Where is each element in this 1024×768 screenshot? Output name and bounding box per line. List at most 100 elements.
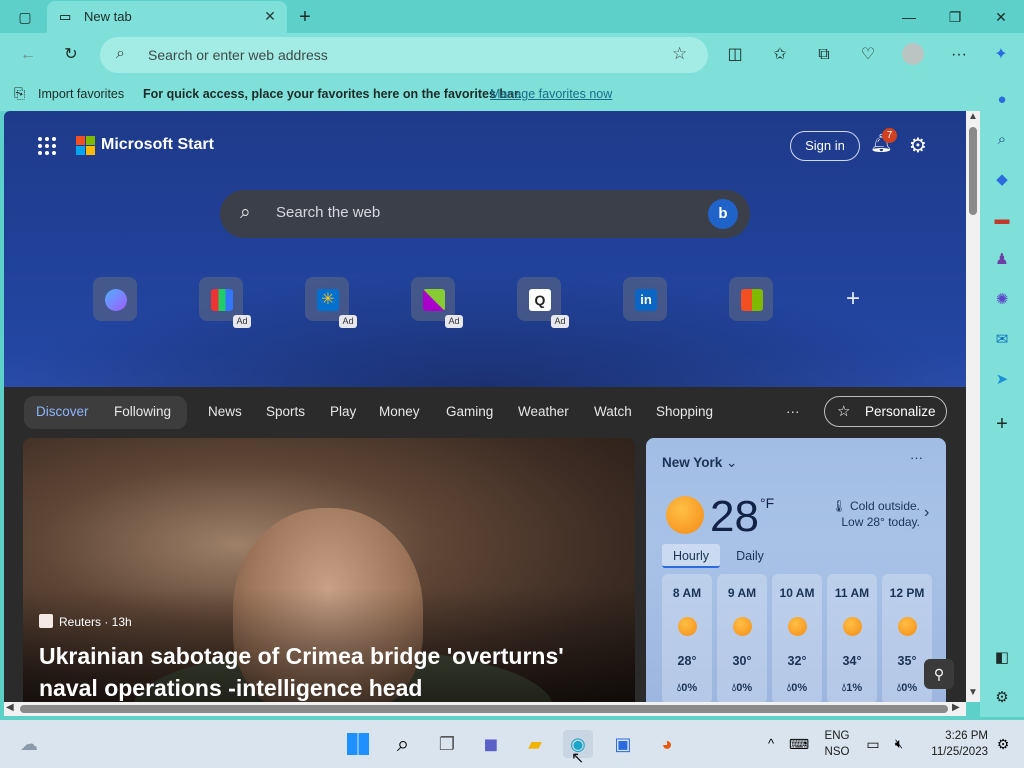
scroll-up-icon[interactable]: ▲ bbox=[968, 111, 978, 122]
hour-precip-value: 0% bbox=[681, 682, 698, 694]
tab-gaming[interactable]: Gaming bbox=[446, 404, 493, 419]
hour-temp: 32° bbox=[787, 654, 807, 668]
web-search-box[interactable]: ⌕ Search the web b bbox=[220, 190, 750, 238]
copilot-sidebar-icon[interactable]: ✺ bbox=[990, 288, 1014, 312]
start-button[interactable] bbox=[343, 730, 373, 758]
brand-title[interactable]: Microsoft Start bbox=[101, 136, 214, 154]
tab-new-tab[interactable]: ▭ New tab ✕ bbox=[47, 1, 287, 33]
volume-muted-icon[interactable]: 🔇︎ bbox=[884, 730, 914, 758]
scroll-right-icon[interactable]: ▶ bbox=[952, 702, 960, 713]
tab-following[interactable]: Following bbox=[114, 404, 171, 419]
tab-discover[interactable]: Discover bbox=[36, 404, 89, 419]
tab-money[interactable]: Money bbox=[379, 404, 420, 419]
copilot-icon[interactable]: ✦ bbox=[988, 43, 1014, 67]
copilot-icon bbox=[105, 289, 127, 311]
tab-actions-icon[interactable]: ▢ bbox=[12, 6, 38, 28]
restore-button[interactable]: ❐ bbox=[942, 6, 968, 28]
tab-sports[interactable]: Sports bbox=[266, 404, 305, 419]
weather-city-dropdown[interactable]: New York ⌄ bbox=[662, 455, 737, 471]
article-headline[interactable]: Ukrainian sabotage of Crimea bridge 'ove… bbox=[39, 640, 599, 702]
quick-link-copilot[interactable] bbox=[93, 277, 137, 321]
tab-play[interactable]: Play bbox=[330, 404, 356, 419]
weather-description[interactable]: 🌡︎ Cold outside. Low 28° today. bbox=[808, 498, 920, 530]
settings-more-icon[interactable]: ··· bbox=[946, 43, 972, 67]
split-screen-icon[interactable]: ◫ bbox=[722, 43, 748, 67]
task-view-icon[interactable]: ❐ bbox=[432, 730, 462, 758]
weather-widget-icon[interactable]: ☁ bbox=[14, 730, 44, 758]
favorites-icon[interactable]: ✩ bbox=[767, 43, 793, 67]
close-window-button[interactable]: ✕ bbox=[988, 6, 1014, 28]
weather-card[interactable]: New York ⌄ ··· 28 °F 🌡︎ Cold outside. Lo… bbox=[646, 438, 946, 702]
refresh-button[interactable]: ↻ bbox=[58, 43, 84, 67]
web-search-input[interactable]: Search the web bbox=[276, 204, 380, 221]
sunny-icon bbox=[678, 617, 697, 636]
send-icon[interactable]: ➤ bbox=[990, 368, 1014, 392]
tab-daily[interactable]: Daily bbox=[726, 544, 774, 568]
add-sidebar-app-icon[interactable]: + bbox=[990, 412, 1014, 436]
tab-shopping[interactable]: Shopping bbox=[656, 404, 713, 419]
tab-watch[interactable]: Watch bbox=[594, 404, 632, 419]
search-icon[interactable]: ⌕ bbox=[990, 128, 1014, 152]
import-favorites-button[interactable]: Import favorites bbox=[38, 87, 124, 101]
app-launcher-icon[interactable] bbox=[38, 137, 58, 157]
scroll-down-icon[interactable]: ▼ bbox=[968, 687, 978, 698]
vertical-scrollbar[interactable]: ▲ ▼ bbox=[966, 111, 980, 702]
feedback-icon[interactable]: ⚲ bbox=[924, 659, 954, 689]
tools-icon[interactable]: ▬ bbox=[990, 208, 1014, 232]
tab-hourly[interactable]: Hourly bbox=[662, 544, 720, 568]
tab-news[interactable]: News bbox=[208, 404, 242, 419]
weather-city-label: New York bbox=[662, 455, 723, 470]
manage-favorites-link[interactable]: Manage favorites now bbox=[490, 87, 612, 101]
bell-icon[interactable]: ● bbox=[990, 88, 1014, 112]
tab-weather[interactable]: Weather bbox=[518, 404, 569, 419]
sign-in-button[interactable]: Sign in bbox=[790, 131, 860, 161]
personalize-button[interactable]: ☆ Personalize bbox=[824, 396, 947, 427]
profile-avatar[interactable] bbox=[900, 43, 926, 67]
chevron-right-icon[interactable]: › bbox=[924, 504, 929, 522]
firefox-icon[interactable]: ◕ bbox=[652, 730, 682, 758]
hide-sidebar-icon[interactable]: ◧ bbox=[990, 646, 1014, 670]
shopping-tag-icon[interactable]: ◆ bbox=[990, 168, 1014, 192]
horizontal-scroll-thumb[interactable] bbox=[20, 705, 948, 713]
teams-icon[interactable]: ◼ bbox=[476, 730, 506, 758]
favorite-star-icon[interactable]: ☆ bbox=[672, 44, 687, 64]
more-nav-icon[interactable]: ··· bbox=[786, 404, 800, 419]
scroll-left-icon[interactable]: ◀ bbox=[6, 702, 14, 713]
clock-time[interactable]: 3:26 PM bbox=[914, 730, 988, 742]
store-taskbar-icon[interactable]: ▣ bbox=[608, 730, 638, 758]
language-bottom[interactable]: NSO bbox=[820, 746, 854, 758]
bing-chat-icon[interactable]: b bbox=[708, 199, 738, 229]
file-explorer-icon[interactable]: ▰ bbox=[520, 730, 550, 758]
search-app-icon: Q bbox=[529, 289, 551, 311]
new-tab-page: Microsoft Start Sign in 🔔︎ 7 ⚙ ⌕ Search … bbox=[4, 111, 966, 702]
add-quick-link-icon[interactable]: + bbox=[846, 285, 860, 313]
notification-center-icon[interactable]: ⚙ bbox=[988, 730, 1018, 758]
page-settings-icon[interactable]: ⚙ bbox=[909, 133, 927, 158]
quick-link-linkedin[interactable]: in bbox=[623, 277, 667, 321]
hour-temp: 34° bbox=[842, 654, 862, 668]
outlook-icon[interactable]: ✉ bbox=[990, 328, 1014, 352]
background-image bbox=[4, 271, 966, 391]
browser-essentials-icon[interactable]: ♡ bbox=[855, 43, 881, 67]
horizontal-scrollbar[interactable]: ◀ ▶ bbox=[4, 702, 966, 716]
games-icon[interactable]: ♟ bbox=[990, 248, 1014, 272]
show-hidden-icons-icon[interactable]: ^ bbox=[756, 730, 786, 758]
hero-article-card[interactable]: Reuters · 13h Ukrainian sabotage of Crim… bbox=[23, 438, 635, 702]
new-tab-button[interactable]: + bbox=[292, 6, 318, 28]
keyboard-icon[interactable]: ⌨ bbox=[784, 730, 814, 758]
weather-more-icon[interactable]: ··· bbox=[910, 450, 923, 465]
search-taskbar-icon[interactable]: ⌕ bbox=[388, 730, 418, 758]
clock-date[interactable]: 11/25/2023 bbox=[914, 746, 988, 758]
sidebar-settings-icon[interactable]: ⚙ bbox=[990, 686, 1014, 710]
collections-icon[interactable]: ⧉ bbox=[811, 43, 837, 67]
language-top[interactable]: ENG bbox=[820, 730, 854, 742]
address-bar[interactable]: ⌕ Search or enter web address ☆ bbox=[100, 37, 708, 73]
vertical-scroll-thumb[interactable] bbox=[969, 127, 977, 215]
favorites-bar: ⎘ Import favorites For quick access, pla… bbox=[0, 77, 1024, 111]
address-input[interactable]: Search or enter web address bbox=[148, 47, 328, 63]
search-icon: ⌕ bbox=[116, 45, 125, 62]
quick-link-microsoft-store[interactable] bbox=[729, 277, 773, 321]
close-tab-icon[interactable]: ✕ bbox=[261, 7, 279, 25]
back-button[interactable]: ← bbox=[15, 43, 41, 67]
minimize-button[interactable]: — bbox=[896, 6, 922, 28]
